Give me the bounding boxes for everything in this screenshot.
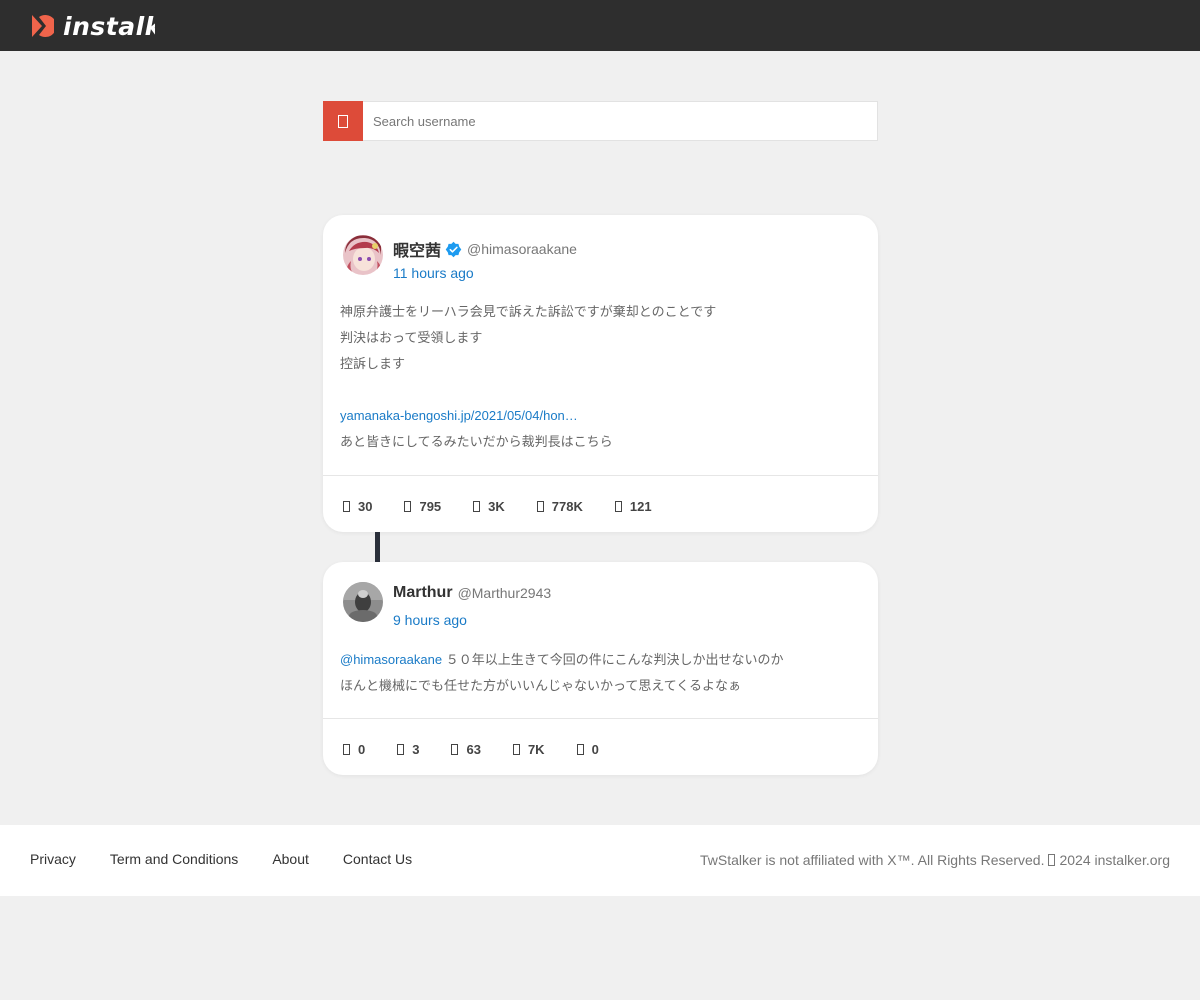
search-icon	[338, 114, 348, 128]
retweet-count[interactable]: 3	[397, 739, 419, 759]
reply-icon	[343, 500, 350, 512]
footer-link-about[interactable]: About	[272, 851, 309, 867]
tweet-card[interactable]: Marthur @Marthur2943 9 hours ago @himaso…	[323, 562, 878, 775]
avatar[interactable]	[343, 235, 383, 275]
reply-icon	[343, 743, 350, 755]
author-line: Marthur @Marthur2943	[393, 584, 551, 602]
divider	[323, 475, 878, 476]
search-input[interactable]	[363, 102, 877, 140]
bookmark-icon	[614, 500, 622, 512]
footer-nav: Privacy Term and Conditions About Contac…	[30, 851, 446, 867]
retweet-icon	[397, 743, 405, 755]
affiliation-notice: TwStalker is not affiliated with X™. All…	[700, 852, 1045, 868]
reply-count[interactable]: 0	[343, 739, 365, 759]
bookmark-icon	[576, 743, 584, 755]
tweet-stats: 30 795 3K 778K 121	[343, 496, 684, 516]
retweet-count-value: 795	[419, 498, 442, 514]
view-count-value: 778K	[551, 498, 583, 514]
user-handle[interactable]: @himasoraakane	[467, 241, 577, 257]
tweet-line-empty	[340, 377, 716, 403]
reply-count[interactable]: 30	[343, 496, 372, 516]
view-count[interactable]: 778K	[536, 496, 583, 516]
avatar-image	[343, 582, 383, 622]
retweet-count-value: 3	[412, 741, 420, 757]
view-count-value: 7K	[527, 741, 545, 757]
tweet-line: 神原弁護士をリーハラ会見で訴えた訴訟ですが棄却とのことです	[340, 304, 717, 319]
footer-link-privacy[interactable]: Privacy	[30, 851, 76, 867]
tweet-stats: 0 3 63 7K 0	[343, 739, 631, 759]
views-icon	[536, 500, 544, 512]
mention-link[interactable]: @himasoraakane	[340, 652, 442, 667]
quote-count[interactable]: 3K	[473, 496, 505, 516]
copyright-icon	[1048, 854, 1056, 866]
reply-count-value: 30	[358, 498, 373, 514]
top-bar: instalk	[0, 0, 1200, 51]
copyright-text: 2024 instalker.org	[1059, 852, 1170, 868]
bookmark-count[interactable]: 121	[614, 496, 652, 516]
footer-link-contact[interactable]: Contact Us	[343, 851, 412, 867]
footer: Privacy Term and Conditions About Contac…	[0, 825, 1200, 896]
retweet-icon	[404, 500, 412, 512]
search-bar	[323, 101, 878, 141]
avatar[interactable]	[343, 582, 383, 622]
heart-icon	[473, 500, 481, 512]
display-name[interactable]: Marthur	[393, 584, 453, 602]
tweet-header: 暇空茜 @himasoraakane 11 hours ago	[343, 235, 843, 283]
author-line: 暇空茜 @himasoraakane	[393, 237, 577, 261]
bookmark-count-value: 0	[591, 741, 599, 757]
reply-count-value: 0	[358, 741, 366, 757]
footer-link-terms[interactable]: Term and Conditions	[110, 851, 238, 867]
quote-count-value: 3K	[488, 498, 505, 514]
copyright-notice: TwStalker is not affiliated with X™. All…	[700, 852, 1170, 868]
tweet-line: 控訴します	[340, 356, 406, 371]
tweet-timestamp[interactable]: 9 hours ago	[393, 612, 467, 628]
user-handle[interactable]: @Marthur2943	[458, 585, 552, 601]
heart-icon	[451, 743, 459, 755]
verified-badge-icon	[445, 241, 462, 257]
bookmark-count-value: 121	[629, 498, 652, 514]
views-icon	[512, 743, 520, 755]
divider	[323, 718, 878, 719]
tweet-line: @himasoraakane ５０年以上生きて今回の件にこんな判決しか出せないの…	[340, 647, 783, 673]
view-count[interactable]: 7K	[512, 739, 545, 759]
bookmark-count[interactable]: 0	[576, 739, 599, 759]
tweet-text: 神原弁護士をリーハラ会見で訴えた訴訟ですが棄却とのことです 判決はおって受領しま…	[340, 299, 716, 455]
instalk-logo-icon	[32, 15, 54, 37]
display-name[interactable]: 暇空茜	[393, 237, 441, 261]
tweet-timestamp[interactable]: 11 hours ago	[393, 265, 474, 281]
tweet-text: @himasoraakane ５０年以上生きて今回の件にこんな判決しか出せないの…	[340, 647, 783, 699]
quote-count-value: 63	[466, 741, 481, 757]
tweet-line: ほんと機械にでも任せた方がいいんじゃないかって思えてくるよなぁ	[340, 678, 742, 693]
tweet-url-link[interactable]: yamanaka-bengoshi.jp/2021/05/04/hon…	[340, 403, 716, 429]
thread-connector	[375, 532, 380, 562]
avatar-image	[343, 235, 383, 275]
tweet-line: 判決はおって受領します	[340, 330, 483, 345]
tweet-line: あと皆きにしてるみたいだから裁判長はこちら	[340, 434, 613, 449]
brand-logo[interactable]: instalk	[30, 12, 155, 40]
tweet-line-text: ５０年以上生きて今回の件にこんな判決しか出せないのか	[445, 652, 784, 667]
quote-count[interactable]: 63	[451, 739, 481, 759]
tweet-header: Marthur @Marthur2943 9 hours ago	[343, 582, 843, 630]
retweet-count[interactable]: 795	[404, 496, 441, 516]
search-button[interactable]	[323, 101, 363, 141]
brand-name: instalk	[63, 12, 155, 40]
tweet-card[interactable]: 暇空茜 @himasoraakane 11 hours ago 神原弁護士をリー…	[323, 215, 878, 532]
